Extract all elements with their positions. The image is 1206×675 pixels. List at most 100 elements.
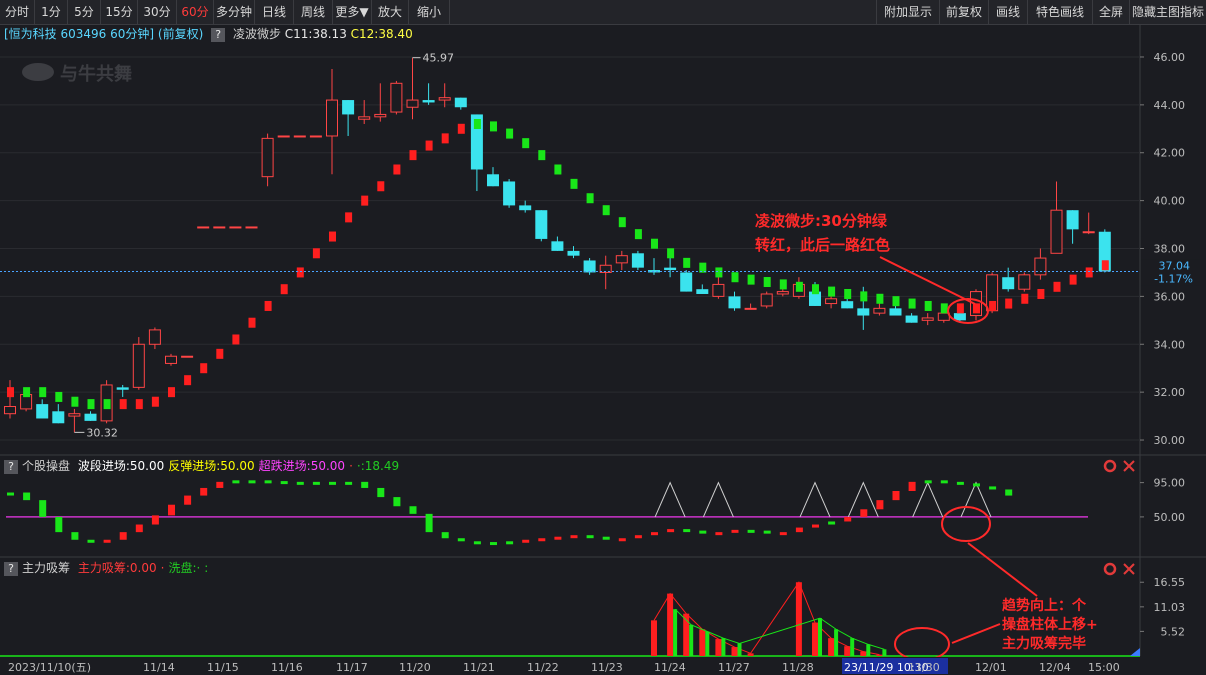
lbwb-marker — [312, 248, 320, 259]
candle-body-up — [390, 82, 403, 113]
panel2-title-bar: ? 个股操盘 波段进场:50.00 反弹进场:50.00 超跌进场:50.00 · ·:1… — [0, 458, 399, 474]
lbwb-marker — [844, 288, 852, 299]
lbwb-marker — [216, 348, 224, 359]
panel3-green-bar — [834, 629, 839, 656]
panel2-triangle — [654, 481, 686, 518]
annotation-3-arrow — [951, 623, 1001, 644]
panel2-bar — [554, 536, 562, 540]
lbwb-marker — [135, 399, 143, 410]
panel3-bar — [828, 638, 835, 656]
panel2-bar — [409, 506, 417, 514]
panel2-bar — [602, 536, 610, 540]
candle-body-down — [1002, 277, 1015, 290]
lbwb-marker — [779, 279, 787, 290]
candle-body-up — [1018, 274, 1031, 290]
panel2-bar — [940, 480, 948, 484]
watermark-logo — [22, 63, 54, 81]
panel2-y-tick: 95.00 — [1154, 477, 1186, 490]
annotation-2-arrow — [967, 542, 1038, 597]
panel2-bar — [184, 495, 192, 505]
panel2-bar — [683, 529, 691, 533]
candle-body-down — [889, 308, 902, 316]
panel2-bar — [55, 516, 63, 533]
x-axis-label: 2023/11/10(五) — [8, 661, 91, 674]
x-axis-label: 11/27 — [718, 661, 750, 674]
candle-body-up — [615, 255, 628, 264]
panel2-bar — [892, 491, 900, 501]
panel3-y-tick: 11.03 — [1154, 601, 1186, 614]
lbwb-marker — [1037, 288, 1045, 299]
panel2-bar — [345, 481, 353, 485]
gear-icon — [1103, 459, 1117, 473]
lbwb-marker — [924, 300, 932, 311]
lbwb-marker — [248, 317, 256, 328]
y-tick-label: 32.00 — [1154, 386, 1186, 399]
panel2-bar — [7, 492, 14, 496]
lbwb-marker — [345, 212, 353, 223]
lbwb-marker — [393, 164, 401, 175]
panel3-green-bar — [705, 631, 710, 656]
panel3-bar — [715, 639, 722, 656]
x-axis-label: 11/16 — [271, 661, 303, 674]
lbwb-marker — [908, 298, 916, 309]
panel2-bar — [441, 532, 449, 539]
lbwb-marker — [55, 391, 63, 402]
x-axis-label: 11/28 — [782, 661, 814, 674]
panel3-green-bar — [737, 643, 742, 656]
candle-body-down — [36, 404, 49, 419]
lbwb-marker — [989, 300, 997, 311]
candle-body-up — [1034, 257, 1047, 276]
panel2-name: 个股操盘 — [22, 459, 71, 473]
lbwb-marker — [731, 272, 739, 283]
candle-body-up — [326, 99, 338, 137]
panel2-bar — [570, 535, 578, 539]
panel2-bar — [71, 532, 79, 540]
candle-body-up — [148, 329, 161, 345]
y-tick-label: 40.00 — [1154, 195, 1186, 208]
panel2-bar — [522, 539, 530, 543]
panel2-bar — [618, 538, 626, 542]
y-tick-label: 36.00 — [1154, 290, 1186, 303]
candle-body-up — [165, 355, 177, 364]
help-icon[interactable]: ? — [4, 561, 18, 576]
panel3-title-bar: ? 主力吸筹 主力吸筹:0.00 · 洗盘:·: — [0, 560, 208, 576]
lbwb-marker — [812, 284, 819, 295]
panel2-bar — [232, 480, 240, 484]
lbwb-marker — [103, 399, 111, 410]
lbwb-marker — [763, 277, 771, 288]
y-tick-label: 30.00 — [1154, 434, 1186, 447]
lbwb-marker — [522, 138, 530, 149]
p2params-item-1: 反弹进场:50.00 — [168, 459, 255, 473]
panel2-bar — [989, 486, 997, 490]
panel2-bar — [763, 530, 771, 534]
panel2-bar — [329, 481, 336, 485]
candle-body-down — [342, 100, 355, 115]
lbwb-marker — [473, 119, 481, 130]
panel2-bar — [860, 509, 868, 517]
candle-body-up — [873, 307, 886, 314]
panel2-bar — [795, 527, 803, 533]
panel3-green-bar — [818, 618, 822, 656]
lbwb-marker — [296, 267, 304, 278]
p3params-item-3: : — [204, 561, 209, 575]
p2params-item-3: · — [349, 459, 353, 473]
panel2-triangle — [912, 481, 944, 518]
candle-body-up — [4, 406, 16, 415]
panel3-bar — [699, 629, 706, 656]
lbwb-marker — [184, 375, 192, 386]
panel2-bar — [715, 532, 723, 536]
lbwb-marker — [634, 229, 642, 240]
candle-body-up — [245, 226, 258, 229]
p2params-item-2: 超跌进场:50.00 — [258, 459, 346, 473]
panel2-bar — [634, 535, 642, 539]
help-icon[interactable]: ? — [4, 459, 18, 474]
lbwb-marker — [23, 387, 31, 398]
panel3-params: 主力吸筹:0.00 · 洗盘:·: — [74, 561, 209, 575]
candle-body-down — [1066, 210, 1079, 230]
p2params-item-0: 波段进场:50.00 — [77, 459, 165, 473]
lbwb-marker — [1021, 293, 1029, 304]
panel2-bar — [506, 541, 514, 545]
candle-body-up — [293, 135, 306, 138]
annotation-2-line1: 趋势向上：个 — [1002, 597, 1087, 614]
panel2-bar — [296, 481, 304, 485]
